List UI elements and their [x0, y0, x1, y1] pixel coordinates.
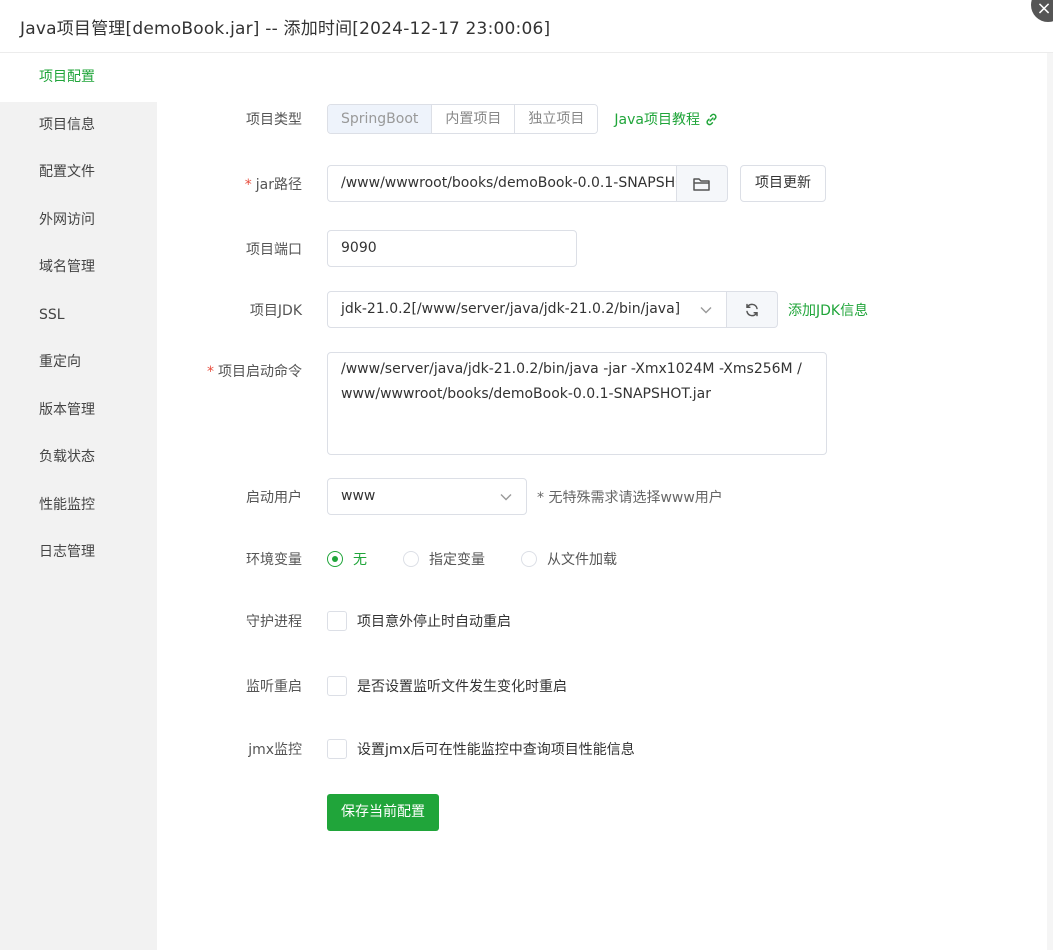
project-config-form: 项目类型 SpringBoot 内置项目 独立项目 Java项目教程 * jar路…: [157, 54, 1053, 950]
sidebar-item-project-info[interactable]: 项目信息: [0, 102, 157, 150]
sidebar-item-redirect[interactable]: 重定向: [0, 339, 157, 387]
browse-folder-button[interactable]: [677, 165, 728, 202]
run-user-label: 启动用户: [246, 489, 302, 506]
start-command-textarea[interactable]: /www/server/java/jdk-21.0.2/bin/java -ja…: [327, 352, 827, 455]
chevron-down-icon: [500, 493, 512, 500]
java-tutorial-link[interactable]: Java项目教程: [614, 109, 719, 129]
sidebar-item-domain-management[interactable]: 域名管理: [0, 244, 157, 292]
sidebar-item-config-file[interactable]: 配置文件: [0, 149, 157, 197]
project-type-option-springboot[interactable]: SpringBoot: [328, 105, 433, 133]
radio-checked-icon: [327, 551, 343, 567]
project-type-option-builtin[interactable]: 内置项目: [432, 105, 516, 133]
dialog-titlebar: Java项目管理[demoBook.jar] -- 添加时间[2024-12-1…: [0, 0, 1053, 53]
row-run-user: 启动用户 www * 无特殊需求请选择www用户: [157, 478, 723, 515]
row-save: 保存当前配置: [157, 794, 439, 831]
dialog-title: Java项目管理[demoBook.jar] -- 添加时间[2024-12-1…: [20, 18, 551, 39]
sidebar-item-project-config[interactable]: 项目配置: [0, 54, 157, 102]
daemon-checkbox[interactable]: 项目意外停止时自动重启: [327, 611, 511, 631]
refresh-jdk-button[interactable]: [727, 291, 778, 328]
row-port: 项目端口 9090: [157, 230, 577, 267]
checkbox-unchecked-icon: [327, 676, 347, 696]
row-watch-restart: 监听重启 是否设置监听文件发生变化时重启: [157, 676, 567, 696]
sidebar-item-version-management[interactable]: 版本管理: [0, 387, 157, 435]
chevron-down-icon: [700, 306, 712, 313]
port-input[interactable]: 9090: [327, 230, 577, 267]
jar-path-input[interactable]: /www/wwwroot/books/demoBook-0.0.1-SNAPSH…: [327, 165, 677, 202]
jdk-select-group: jdk-21.0.2[/www/server/java/jdk-21.0.2/b…: [327, 291, 778, 328]
row-daemon: 守护进程 项目意外停止时自动重启: [157, 611, 511, 631]
folder-icon: [693, 177, 710, 191]
run-user-hint: * 无特殊需求请选择www用户: [537, 489, 723, 506]
sidebar-item-load-status[interactable]: 负载状态: [0, 434, 157, 482]
watch-restart-label: 监听重启: [246, 679, 302, 695]
sidebar-item-ssl[interactable]: SSL: [0, 292, 157, 340]
jdk-select-value: jdk-21.0.2[/www/server/java/jdk-21.0.2/b…: [341, 301, 681, 317]
start-command-label: * 项目启动命令: [207, 364, 302, 380]
project-type-segmented: SpringBoot 内置项目 独立项目: [327, 104, 599, 134]
radio-unchecked-icon: [521, 551, 537, 567]
refresh-icon: [746, 303, 758, 316]
checkbox-unchecked-icon: [327, 611, 347, 631]
row-jmx: jmx监控 设置jmx后可在性能监控中查询项目性能信息: [157, 739, 635, 759]
port-label: 项目端口: [246, 241, 302, 258]
sidebar-item-log-management[interactable]: 日志管理: [0, 529, 157, 577]
jar-path-input-group: /www/wwwroot/books/demoBook-0.0.1-SNAPSH…: [327, 165, 728, 202]
project-type-label: 项目类型: [246, 112, 302, 128]
env-radio-none[interactable]: 无: [327, 549, 367, 569]
watch-restart-checkbox[interactable]: 是否设置监听文件发生变化时重启: [327, 676, 567, 696]
jdk-label: 项目JDK: [249, 302, 302, 319]
radio-unchecked-icon: [403, 551, 419, 567]
project-update-button[interactable]: 项目更新: [740, 165, 826, 202]
sidebar-item-performance-monitor[interactable]: 性能监控: [0, 482, 157, 530]
jmx-checkbox[interactable]: 设置jmx后可在性能监控中查询项目性能信息: [327, 739, 635, 759]
run-user-select[interactable]: www: [327, 478, 527, 515]
env-label: 环境变量: [246, 552, 302, 568]
jmx-label: jmx监控: [248, 742, 302, 758]
run-user-select-value: www: [341, 488, 376, 504]
sidebar-item-external-access[interactable]: 外网访问: [0, 197, 157, 245]
checkbox-unchecked-icon: [327, 739, 347, 759]
row-jar-path: * jar路径 /www/wwwroot/books/demoBook-0.0.1…: [157, 165, 826, 202]
jar-path-label: * jar路径: [244, 176, 302, 193]
save-config-button[interactable]: 保存当前配置: [327, 794, 439, 831]
jdk-select[interactable]: jdk-21.0.2[/www/server/java/jdk-21.0.2/b…: [327, 291, 727, 328]
add-jdk-link[interactable]: 添加JDK信息: [788, 300, 868, 320]
row-start-command: * 项目启动命令 /www/server/java/jdk-21.0.2/bin/…: [157, 352, 827, 455]
close-icon: ×: [1036, 0, 1052, 19]
env-radio-from-file[interactable]: 从文件加载: [521, 549, 617, 569]
project-type-option-standalone[interactable]: 独立项目: [515, 105, 598, 133]
daemon-label: 守护进程: [246, 614, 302, 630]
row-env: 环境变量 无 指定变量 从文件加载: [157, 549, 653, 569]
link-icon: [706, 113, 717, 125]
row-jdk: 项目JDK jdk-21.0.2[/www/server/java/jdk-21…: [157, 291, 868, 328]
env-radio-specified[interactable]: 指定变量: [403, 549, 485, 569]
row-project-type: 项目类型 SpringBoot 内置项目 独立项目 Java项目教程: [157, 104, 719, 134]
sidebar: 项目配置 项目信息 配置文件 外网访问 域名管理 SSL 重定向 版本管理 负载…: [0, 54, 157, 950]
